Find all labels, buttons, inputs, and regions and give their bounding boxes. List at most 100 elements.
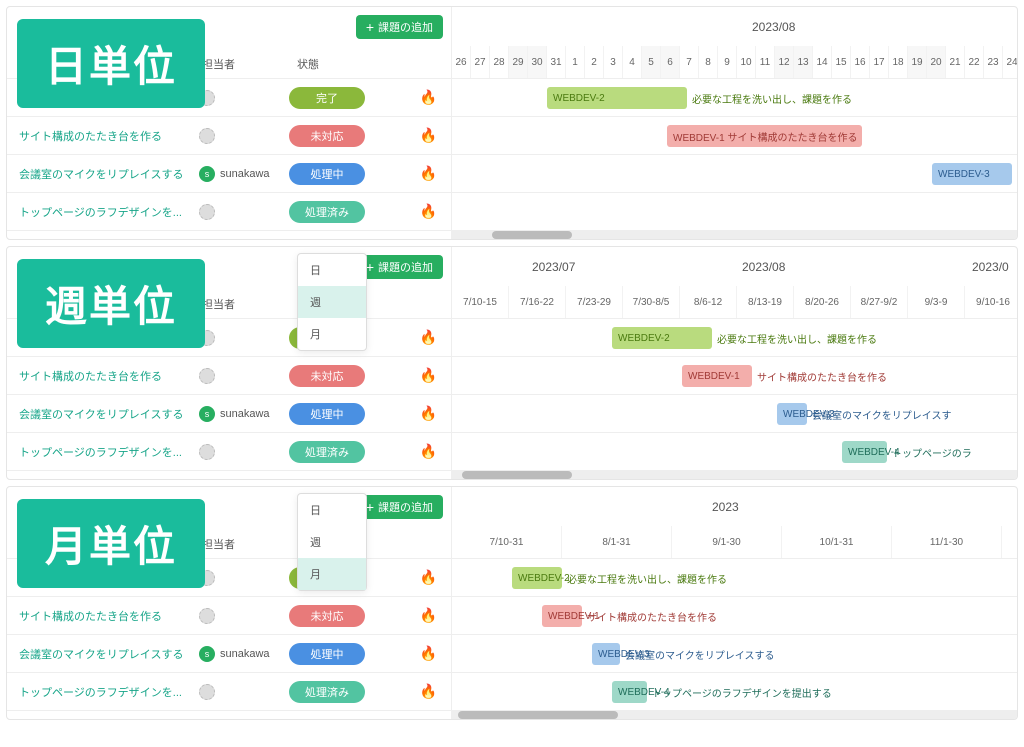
timeline-pane-day[interactable]: 2023/08 26272829303112345678910111213141… [452, 7, 1017, 239]
priority-fire-icon[interactable]: 🔥 [420, 367, 437, 384]
timeline-pane-week[interactable]: 2023/072023/082023/0 7/10-157/16-227/23-… [452, 247, 1017, 479]
task-title[interactable]: トップページのラフデザインを... [19, 684, 199, 700]
timeline-week-cell[interactable]: 8/27-9/2 [851, 286, 908, 318]
gantt-bar[interactable]: WEBDEV-1サイト構成のたたき台を作る [542, 605, 582, 627]
timeline-day-cell[interactable]: 6 [661, 46, 680, 78]
timeline-day-cell[interactable]: 5 [642, 46, 661, 78]
status-pill[interactable]: 未対応 [289, 125, 365, 147]
horizontal-scrollbar[interactable] [452, 471, 1017, 479]
timeline-day-cell[interactable]: 3 [604, 46, 623, 78]
task-row[interactable]: 会議室のマイクをリプレイスするssunakawa処理中🔥 [7, 635, 451, 673]
timeline-day-cell[interactable]: 7 [680, 46, 699, 78]
priority-fire-icon[interactable]: 🔥 [420, 607, 437, 624]
horizontal-scrollbar[interactable] [452, 711, 1017, 719]
timeline-day-cell[interactable]: 24 [1003, 46, 1017, 78]
assignee-cell[interactable] [199, 684, 289, 700]
task-title[interactable]: トップページのラフデザインを... [19, 444, 199, 460]
status-pill[interactable]: 処理済み [289, 201, 365, 223]
gantt-bar[interactable]: WEBDEV-3会議室のマイクをリプレイスす [777, 403, 807, 425]
assignee-cell[interactable] [199, 570, 289, 586]
timeline-day-cell[interactable]: 13 [794, 46, 813, 78]
timeline-week-cell[interactable]: 9/3-9 [908, 286, 965, 318]
timeline-day-cell[interactable]: 2 [585, 46, 604, 78]
timeline-day-cell[interactable]: 28 [490, 46, 509, 78]
timeline-day-cell[interactable]: 11 [756, 46, 775, 78]
assignee-cell[interactable]: ssunakawa [199, 166, 289, 182]
status-pill[interactable]: 処理中 [289, 403, 365, 425]
assignee-cell[interactable] [199, 444, 289, 460]
task-title[interactable]: 会議室のマイクをリプレイスする [19, 166, 199, 182]
task-title[interactable]: サイト構成のたたき台を作る [19, 128, 199, 144]
priority-fire-icon[interactable]: 🔥 [420, 683, 437, 700]
timeline-week-cell[interactable]: 7/10-15 [452, 286, 509, 318]
dropdown-item-week[interactable]: 週 [298, 526, 366, 558]
status-pill[interactable]: 未対応 [289, 365, 365, 387]
priority-fire-icon[interactable]: 🔥 [420, 165, 437, 182]
assignee-cell[interactable] [199, 204, 289, 220]
task-title[interactable]: トップページのラフデザインを... [19, 204, 199, 220]
status-pill[interactable]: 処理中 [289, 643, 365, 665]
timeline-day-cell[interactable]: 29 [509, 46, 528, 78]
task-row[interactable]: サイト構成のたたき台を作る 未対応 🔥 [7, 117, 451, 155]
timeline-day-cell[interactable]: 27 [471, 46, 490, 78]
gantt-bar[interactable]: WEBDEV-1 サイト構成のたたき台を作る [667, 125, 862, 147]
timeline-day-cell[interactable]: 16 [851, 46, 870, 78]
gantt-bar[interactable]: WEBDEV-2必要な工程を洗い出し、課題を作る [547, 87, 687, 109]
status-pill[interactable]: 処理済み [289, 681, 365, 703]
gantt-bar[interactable]: WEBDEV-2必要な工程を洗い出し、課題を作る [612, 327, 712, 349]
assignee-cell[interactable] [199, 330, 289, 346]
dropdown-item-week[interactable]: 週 [298, 286, 366, 318]
task-title[interactable]: 会議室のマイクをリプレイスする [19, 406, 199, 422]
timeline-week-cell[interactable]: 8/20-26 [794, 286, 851, 318]
horizontal-scrollbar[interactable] [452, 231, 1017, 239]
priority-fire-icon[interactable]: 🔥 [420, 569, 437, 586]
task-row[interactable]: サイト構成のたたき台を作る未対応🔥 [7, 597, 451, 635]
status-pill[interactable]: 処理済み [289, 441, 365, 463]
add-task-button[interactable]: + 課題の追加 [356, 495, 443, 519]
task-title[interactable]: サイト構成のたたき台を作る [19, 608, 199, 624]
status-pill[interactable]: 処理中 [289, 163, 365, 185]
gantt-bar[interactable]: WEBDEV-2必要な工程を洗い出し、課題を作る [512, 567, 562, 589]
timeline-day-cell[interactable]: 22 [965, 46, 984, 78]
timeline-month-cell[interactable]: 8/1-31 [562, 526, 672, 558]
timeline-week-cell[interactable]: 9/10-16 [965, 286, 1017, 318]
timeline-day-cell[interactable]: 14 [813, 46, 832, 78]
assignee-cell[interactable] [199, 128, 289, 144]
timeline-day-cell[interactable]: 18 [889, 46, 908, 78]
gantt-bar[interactable]: WEBDEV-4トップページのラフデザインを提出する [612, 681, 647, 703]
task-title[interactable]: サイト構成のたたき台を作る [19, 368, 199, 384]
task-row[interactable]: 会議室のマイクをリプレイスするssunakawa処理中 🔥 [7, 395, 451, 433]
task-row[interactable]: トップページのラフデザインを... 処理済み 🔥 [7, 673, 451, 711]
timeline-day-cell[interactable]: 19 [908, 46, 927, 78]
gantt-bar[interactable]: WEBDEV-1サイト構成のたたき台を作る [682, 365, 752, 387]
unit-dropdown[interactable]: 日 週 月 [297, 493, 367, 591]
assignee-cell[interactable] [199, 90, 289, 106]
task-row[interactable]: トップページのラフデザインを...処理済み🔥 [7, 193, 451, 231]
timeline-day-cell[interactable]: 8 [699, 46, 718, 78]
timeline-day-cell[interactable]: 23 [984, 46, 1003, 78]
assignee-cell[interactable]: ssunakawa [199, 646, 289, 662]
status-pill[interactable]: 完了 [289, 87, 365, 109]
priority-fire-icon[interactable]: 🔥 [420, 329, 437, 346]
timeline-pane-month[interactable]: 2023 7/10-318/1-319/1-3010/1-3111/1-30 W… [452, 487, 1017, 719]
timeline-month-cell[interactable]: 11/1-30 [892, 526, 1002, 558]
timeline-day-cell[interactable]: 31 [547, 46, 566, 78]
gantt-bar[interactable]: WEBDEV-3会 [932, 163, 1012, 185]
assignee-cell[interactable] [199, 368, 289, 384]
assignee-cell[interactable]: ssunakawa [199, 406, 289, 422]
priority-fire-icon[interactable]: 🔥 [420, 127, 437, 144]
timeline-day-cell[interactable]: 17 [870, 46, 889, 78]
dropdown-item-day[interactable]: 日 [298, 254, 366, 286]
timeline-day-cell[interactable]: 20 [927, 46, 946, 78]
priority-fire-icon[interactable]: 🔥 [420, 405, 437, 422]
timeline-week-cell[interactable]: 8/6-12 [680, 286, 737, 318]
task-title[interactable]: 会議室のマイクをリプレイスする [19, 646, 199, 662]
timeline-day-cell[interactable]: 12 [775, 46, 794, 78]
timeline-day-cell[interactable]: 10 [737, 46, 756, 78]
gantt-bar[interactable]: WEBDEV-3会議室のマイクをリプレイスする [592, 643, 620, 665]
assignee-cell[interactable] [199, 608, 289, 624]
add-task-button[interactable]: + 課題の追加 [356, 15, 443, 39]
timeline-week-cell[interactable]: 7/16-22 [509, 286, 566, 318]
timeline-day-cell[interactable]: 15 [832, 46, 851, 78]
task-row[interactable]: サイト構成のたたき台を作る 未対応 🔥 [7, 357, 451, 395]
